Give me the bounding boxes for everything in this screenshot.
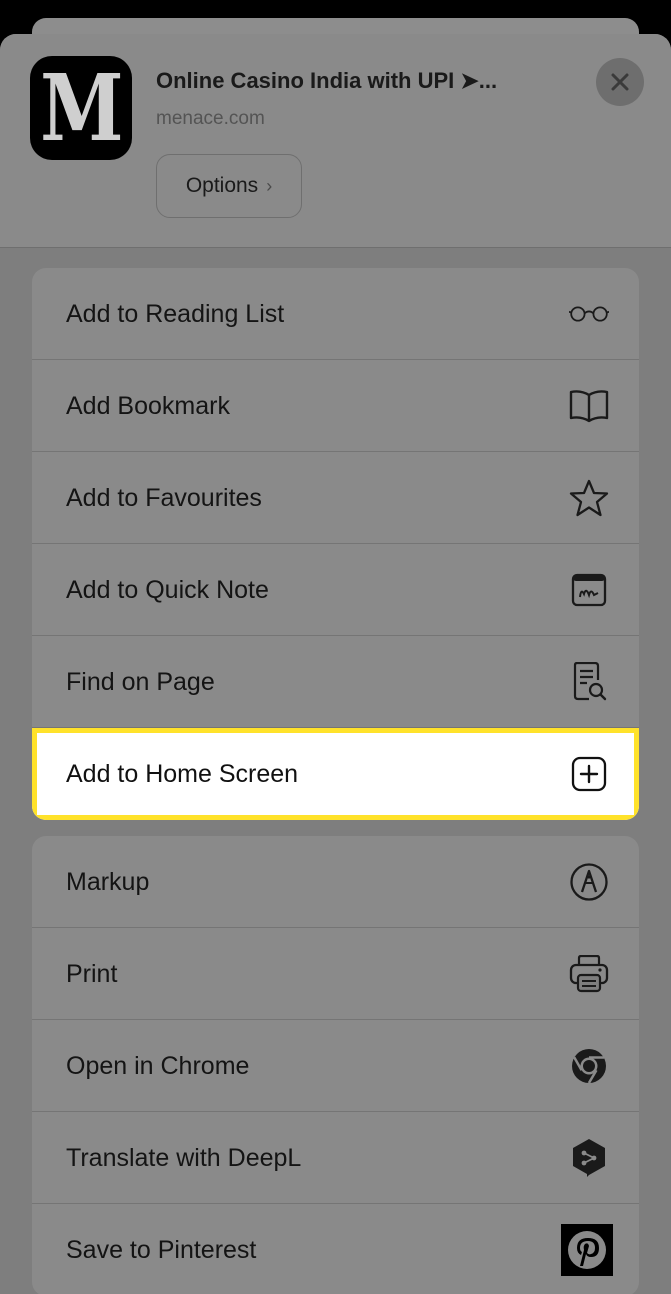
menu-item-label: Find on Page <box>66 668 215 696</box>
print-icon <box>569 954 609 994</box>
site-icon-letter: M <box>40 56 124 160</box>
share-sheet-header: M Online Casino India with UPI ➤... mena… <box>0 34 671 248</box>
menu-item-label: Add to Reading List <box>66 300 285 328</box>
close-icon <box>611 73 629 91</box>
pinterest-icon <box>561 1224 613 1276</box>
menu-item-label: Add Bookmark <box>66 392 230 420</box>
menu-item-save-to-pinterest[interactable]: Save to Pinterest <box>32 1204 639 1294</box>
menu-item-print[interactable]: Print <box>32 928 639 1020</box>
menu-item-label: Add to Home Screen <box>66 760 299 788</box>
menu-item-translate-with-deepl[interactable]: Translate with DeepL <box>32 1112 639 1204</box>
menu-item-open-in-chrome[interactable]: Open in Chrome <box>32 1020 639 1112</box>
menu-item-add-to-reading-list[interactable]: Add to Reading List <box>32 268 639 360</box>
actions-group-1: Add to Reading List Add Bookmark Add to … <box>32 268 639 820</box>
options-button[interactable]: Options › <box>156 154 302 218</box>
star-icon <box>569 478 609 518</box>
chevron-right-icon: › <box>266 175 273 196</box>
deepl-icon <box>569 1138 609 1178</box>
site-icon: M <box>30 56 132 160</box>
menu-item-markup[interactable]: Markup <box>32 836 639 928</box>
page-title: Online Casino India with UPI ➤... <box>156 68 498 93</box>
menu-item-label: Save to Pinterest <box>66 1236 257 1264</box>
markup-icon <box>569 862 609 902</box>
chrome-icon <box>569 1046 609 1086</box>
actions-group-2: Markup Print Open in Chrome Translate wi… <box>32 836 639 1294</box>
menu-item-label: Add to Quick Note <box>66 576 269 604</box>
menu-item-label: Open in Chrome <box>66 1052 250 1080</box>
page-domain: menace.com <box>156 108 265 129</box>
glasses-icon <box>569 294 609 334</box>
menu-item-find-on-page[interactable]: Find on Page <box>32 636 639 728</box>
quick-note-icon <box>569 570 609 610</box>
add-square-icon <box>569 754 609 794</box>
menu-item-label: Print <box>66 960 118 988</box>
menu-item-add-to-home-screen[interactable]: Add to Home Screen <box>32 728 639 820</box>
find-on-page-icon <box>569 662 609 702</box>
menu-item-add-bookmark[interactable]: Add Bookmark <box>32 360 639 452</box>
close-button[interactable] <box>596 58 644 106</box>
share-sheet: M Online Casino India with UPI ➤... mena… <box>0 34 671 1294</box>
book-icon <box>569 386 609 426</box>
menu-item-label: Markup <box>66 868 150 896</box>
menu-item-add-to-favourites[interactable]: Add to Favourites <box>32 452 639 544</box>
options-label: Options <box>185 174 259 197</box>
menu-item-label: Add to Favourites <box>66 484 262 512</box>
menu-item-label: Translate with DeepL <box>66 1144 302 1172</box>
menu-item-add-to-quick-note[interactable]: Add to Quick Note <box>32 544 639 636</box>
